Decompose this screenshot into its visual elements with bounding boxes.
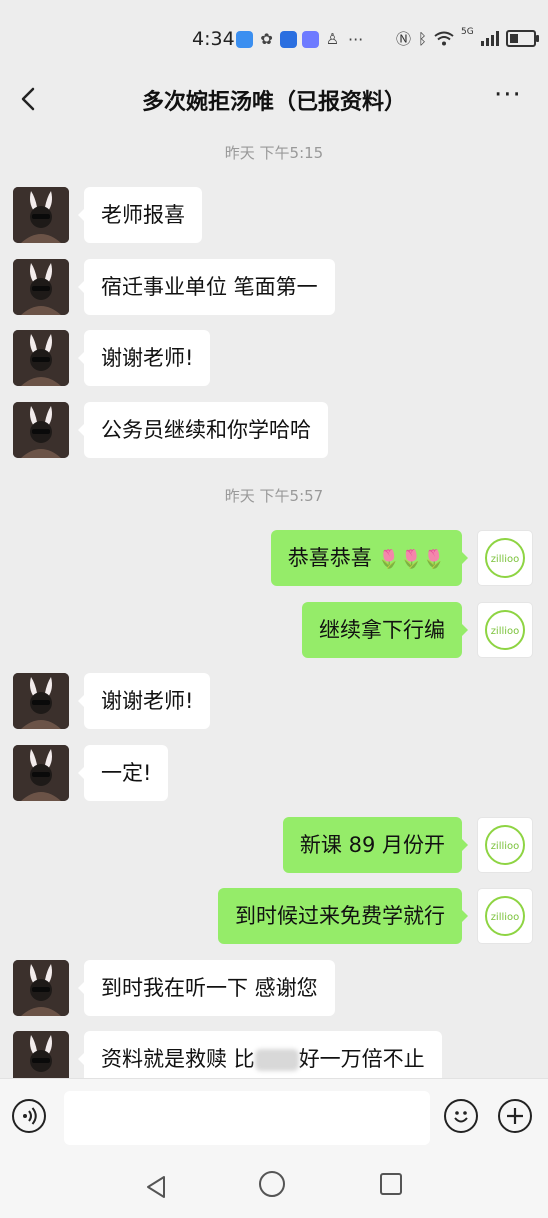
more-notifications-icon: ··· bbox=[348, 30, 364, 49]
message-text: 好一万倍不止 bbox=[298, 1047, 425, 1071]
battery-icon bbox=[505, 30, 539, 47]
nav-recent-icon[interactable] bbox=[380, 1173, 402, 1195]
my-avatar[interactable]: zillioo bbox=[477, 817, 533, 873]
message-bubble-incoming[interactable]: 老师报喜 bbox=[78, 187, 202, 243]
brand-text: zillioo bbox=[491, 912, 520, 923]
timestamp: 昨天 下午5:57 bbox=[224, 487, 324, 505]
message-bubble-outgoing[interactable]: 恭喜恭喜 🌷🌷🌷 bbox=[270, 530, 469, 586]
message-bubble-incoming[interactable]: 谢谢老师! bbox=[77, 330, 211, 386]
emoji-icon[interactable] bbox=[444, 1099, 478, 1133]
my-avatar[interactable]: zillioo bbox=[477, 530, 533, 586]
message-text: 恭喜恭喜 bbox=[287, 546, 372, 570]
contact-avatar[interactable] bbox=[13, 745, 69, 801]
message-bubble-outgoing[interactable]: 新课 89 月份开 bbox=[282, 817, 469, 873]
status-bar: 4:34 ✿ ♙ ··· Ⓝ ᛒ 5G bbox=[0, 0, 548, 70]
chat-title: 多次婉拒汤唯（已报资料） bbox=[141, 90, 406, 115]
nav-back-icon[interactable] bbox=[144, 1174, 168, 1200]
paw-icon: ✿ bbox=[260, 30, 273, 48]
music-icon bbox=[302, 31, 319, 48]
contact-avatar[interactable] bbox=[13, 187, 69, 243]
my-avatar[interactable]: zillioo bbox=[477, 602, 533, 658]
brand-text: zillioo bbox=[491, 841, 520, 852]
message-bubble-incoming[interactable]: 资料就是救赎 比 好一万倍不止 bbox=[78, 1031, 442, 1078]
message-bubble-incoming[interactable]: 公务员继续和你学哈哈 bbox=[78, 402, 328, 458]
system-status: Ⓝ ᛒ 5G bbox=[396, 26, 539, 49]
wifi-icon bbox=[434, 31, 454, 45]
message-bubble-incoming[interactable]: 宿迁事业单位 笔面第一 bbox=[78, 259, 335, 315]
timestamp: 昨天 下午5:15 bbox=[224, 144, 324, 162]
system-navigation bbox=[0, 1156, 548, 1218]
message-input[interactable] bbox=[64, 1091, 430, 1145]
message-bubble-incoming[interactable]: 谢谢老师! bbox=[77, 673, 211, 729]
contact-avatar[interactable] bbox=[13, 330, 69, 386]
message-list[interactable]: 昨天 下午5:15 老师报喜 宿迁事业单位 笔面第一 谢谢老师! 公务员继续和你… bbox=[0, 130, 548, 1078]
plus-icon[interactable] bbox=[498, 1099, 532, 1133]
app-notification-icon bbox=[280, 31, 297, 48]
contact-avatar[interactable] bbox=[13, 1031, 69, 1078]
contact-avatar[interactable] bbox=[13, 259, 69, 315]
notification-icons: ✿ ♙ ··· bbox=[236, 30, 363, 49]
message-bubble-outgoing[interactable]: 继续拿下行编 bbox=[302, 602, 468, 658]
contact-avatar[interactable] bbox=[13, 673, 69, 729]
message-bubble-incoming[interactable]: 到时我在听一下 感谢您 bbox=[78, 960, 335, 1016]
more-icon[interactable]: ··· bbox=[494, 80, 522, 110]
brand-text: zillioo bbox=[491, 626, 520, 637]
tulip-emoji: 🌷🌷🌷 bbox=[377, 549, 445, 570]
contact-avatar[interactable] bbox=[13, 960, 69, 1016]
message-bubble-incoming[interactable]: 一定! bbox=[77, 745, 169, 801]
nav-home-icon[interactable] bbox=[259, 1171, 285, 1197]
bluetooth-icon: ᛒ bbox=[418, 29, 428, 48]
chat-header: 多次婉拒汤唯（已报资料） ··· bbox=[0, 70, 548, 130]
input-bar bbox=[0, 1078, 548, 1157]
my-avatar[interactable]: zillioo bbox=[477, 888, 533, 944]
redacted-text bbox=[254, 1049, 299, 1071]
nfc-icon: Ⓝ bbox=[396, 30, 412, 48]
message-bubble-outgoing[interactable]: 到时候过来免费学就行 bbox=[218, 888, 468, 944]
status-time: 4:34 bbox=[192, 28, 235, 50]
signal-icon bbox=[480, 31, 499, 46]
message-text: 资料就是救赎 比 bbox=[101, 1047, 255, 1071]
qq-icon: ♙ bbox=[325, 30, 340, 48]
voice-icon[interactable] bbox=[12, 1099, 46, 1133]
app-notification-icon bbox=[236, 31, 253, 48]
brand-text: zillioo bbox=[491, 554, 520, 565]
contact-avatar[interactable] bbox=[13, 402, 69, 458]
network-label: 5G bbox=[461, 26, 474, 37]
